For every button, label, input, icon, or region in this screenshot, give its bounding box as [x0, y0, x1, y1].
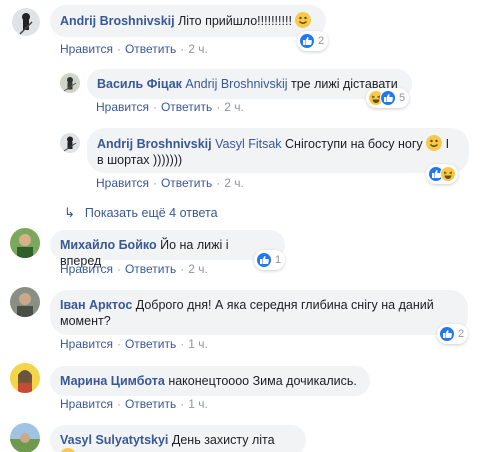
comment-bubble: Vasyl Sulyatytskyi День захисту літа	[50, 425, 306, 452]
smile-emoji-icon	[295, 12, 312, 28]
more-replies-label: Показать ещё 4 ответа	[84, 206, 218, 220]
comment-author[interactable]: Іван Арктос	[60, 298, 132, 312]
reply-button[interactable]: Ответить	[125, 397, 176, 411]
comment-author[interactable]: Andrij Broshnivskij	[60, 14, 175, 28]
laugh-emoji-icon	[60, 448, 76, 452]
comment-actions: Нравится · Ответить · 2 ч.	[60, 42, 208, 56]
mention-link[interactable]: Andrij Broshnivskij	[185, 77, 287, 91]
avatar[interactable]	[60, 133, 80, 153]
like-button[interactable]: Нравится	[60, 337, 113, 351]
comment-actions: Нравится · Ответить · 1 ч.	[60, 337, 208, 351]
comment-bubble: Andrij Broshnivskij Літо прийшло!!!!!!!!…	[50, 5, 326, 37]
comment-text: наконецтоооо Зима дочикались.	[168, 374, 357, 388]
reaction-summary[interactable]: 5	[366, 88, 410, 108]
reply-button[interactable]: Ответить	[125, 337, 176, 351]
comment-text: Літо прийшло!!!!!!!!!!	[178, 14, 292, 28]
comment-author[interactable]: Марина Цимбота	[60, 374, 165, 388]
comment-author[interactable]: Михайло Бойко	[60, 238, 157, 252]
comment-time[interactable]: 2 ч.	[188, 262, 208, 276]
comment-text: І	[445, 137, 450, 151]
comment-time[interactable]: 1 ч.	[188, 337, 208, 351]
comment-time[interactable]: 1 ч.	[188, 397, 208, 411]
reply-button[interactable]: Ответить	[161, 100, 212, 114]
reply-button[interactable]: Ответить	[125, 42, 176, 56]
avatar[interactable]	[10, 423, 40, 452]
like-button[interactable]: Нравится	[60, 262, 113, 276]
reaction-count: 1	[275, 254, 282, 266]
reply-arrow-icon: ↳	[64, 205, 75, 220]
comment-bubble: Марина Цимбота наконецтоооо Зима дочикал…	[50, 366, 370, 396]
reaction-summary[interactable]: 1	[254, 250, 286, 270]
comment-text: момент?	[60, 314, 111, 328]
like-button[interactable]: Нравится	[60, 42, 113, 56]
comment-text: День захисту літа	[171, 433, 275, 447]
reaction-count: 2	[318, 35, 325, 47]
reaction-summary[interactable]: 2	[297, 31, 329, 51]
reaction-count: 2	[458, 328, 465, 340]
smile-emoji-icon	[426, 135, 443, 151]
like-button[interactable]: Нравится	[60, 397, 113, 411]
show-more-replies-link[interactable]: ↳ Показать ещё 4 ответа	[64, 205, 218, 221]
reply-button[interactable]: Ответить	[125, 262, 176, 276]
comment-author[interactable]: Vasyl Sulyatytskyi	[60, 433, 168, 447]
avatar[interactable]	[10, 363, 40, 393]
avatar[interactable]	[10, 228, 40, 258]
comment-actions: Нравится · Ответить · 2 ч.	[96, 100, 244, 114]
comment-author[interactable]: Andrij Broshnivskij	[97, 137, 212, 151]
comment-author[interactable]: Василь Фіцак	[97, 77, 182, 91]
comment-bubble: Василь Фіцак Andrij Broshnivskij тре лиж…	[87, 69, 412, 99]
comment-actions: Нравится · Ответить · 2 ч.	[96, 176, 244, 190]
comment-actions: Нравится · Ответить · 2 ч.	[60, 262, 208, 276]
avatar[interactable]	[60, 73, 80, 93]
like-icon	[439, 326, 455, 342]
comment-actions: Нравится · Ответить · 1 ч.	[60, 397, 208, 411]
reply-button[interactable]: Ответить	[161, 176, 212, 190]
like-icon	[299, 33, 315, 49]
like-button[interactable]: Нравится	[96, 100, 149, 114]
comment-time[interactable]: 2 ч.	[224, 176, 244, 190]
like-icon	[256, 252, 272, 268]
comment-text: Снігоступи на босу ногу	[285, 137, 423, 151]
comment-bubble: Іван Арктос Доброго дня! А яка середня г…	[50, 290, 468, 335]
reaction-summary[interactable]	[426, 164, 458, 184]
like-icon	[380, 90, 396, 106]
mention-link[interactable]: Vasyl Fitsak	[215, 137, 281, 151]
like-button[interactable]: Нравится	[96, 176, 149, 190]
comment-text: в шортах )))))))	[97, 153, 183, 167]
reaction-count: 5	[399, 92, 406, 104]
comment-time[interactable]: 2 ч.	[224, 100, 244, 114]
comment-text: Доброго дня! А яка середня глибина снігу…	[135, 298, 434, 312]
comment-bubble: Andrij Broshnivskij Vasyl Fitsak Снігост…	[87, 128, 469, 173]
avatar[interactable]	[12, 8, 40, 36]
haha-icon	[440, 166, 456, 182]
comment-time[interactable]: 2 ч.	[188, 42, 208, 56]
comment-bubble: Михайло Бойко Йо на лижі і вперед	[50, 230, 285, 268]
avatar[interactable]	[10, 287, 40, 317]
reaction-summary[interactable]: 2	[437, 324, 469, 344]
